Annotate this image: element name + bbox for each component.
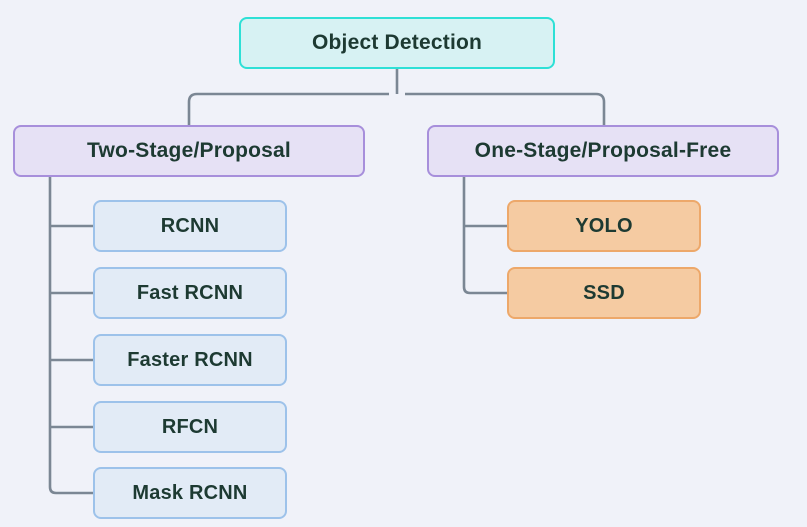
node-label-two-stage-proposal: Two-Stage/Proposal <box>87 139 291 162</box>
node-label-yolo: YOLO <box>575 214 633 237</box>
node-rfcn[interactable]: RFCN <box>93 401 287 453</box>
node-label-object-detection: Object Detection <box>311 31 483 54</box>
node-label-rcnn: RCNN <box>160 214 220 237</box>
node-label-mask-rcnn: Mask RCNN <box>132 481 248 504</box>
connector-root-to-one-stage <box>405 92 606 125</box>
node-object-detection[interactable]: Object Detection <box>239 17 555 69</box>
node-fast-rcnn[interactable]: Fast RCNN <box>93 267 287 319</box>
node-yolo[interactable]: YOLO <box>507 200 701 252</box>
node-label-faster-rcnn: Faster RCNN <box>127 348 253 371</box>
node-rcnn[interactable]: RCNN <box>93 200 287 252</box>
connector-one-stage-trunk <box>462 177 507 295</box>
connector-root-to-two-stage <box>187 92 389 125</box>
node-one-stage-proposal-free[interactable]: One-Stage/Proposal-Free <box>427 125 779 177</box>
node-ssd[interactable]: SSD <box>507 267 701 319</box>
object-detection-taxonomy-diagram: Object Detection Two-Stage/Proposal One-… <box>0 0 807 527</box>
node-faster-rcnn[interactable]: Faster RCNN <box>93 334 287 386</box>
node-label-ssd: SSD <box>583 281 625 304</box>
node-label-one-stage-proposal-free: One-Stage/Proposal-Free <box>474 139 732 162</box>
node-mask-rcnn[interactable]: Mask RCNN <box>93 467 287 519</box>
node-label-fast-rcnn: Fast RCNN <box>136 281 244 304</box>
node-label-rfcn: RFCN <box>161 415 219 438</box>
node-two-stage-proposal[interactable]: Two-Stage/Proposal <box>13 125 365 177</box>
connector-two-stage-trunk <box>48 177 93 495</box>
